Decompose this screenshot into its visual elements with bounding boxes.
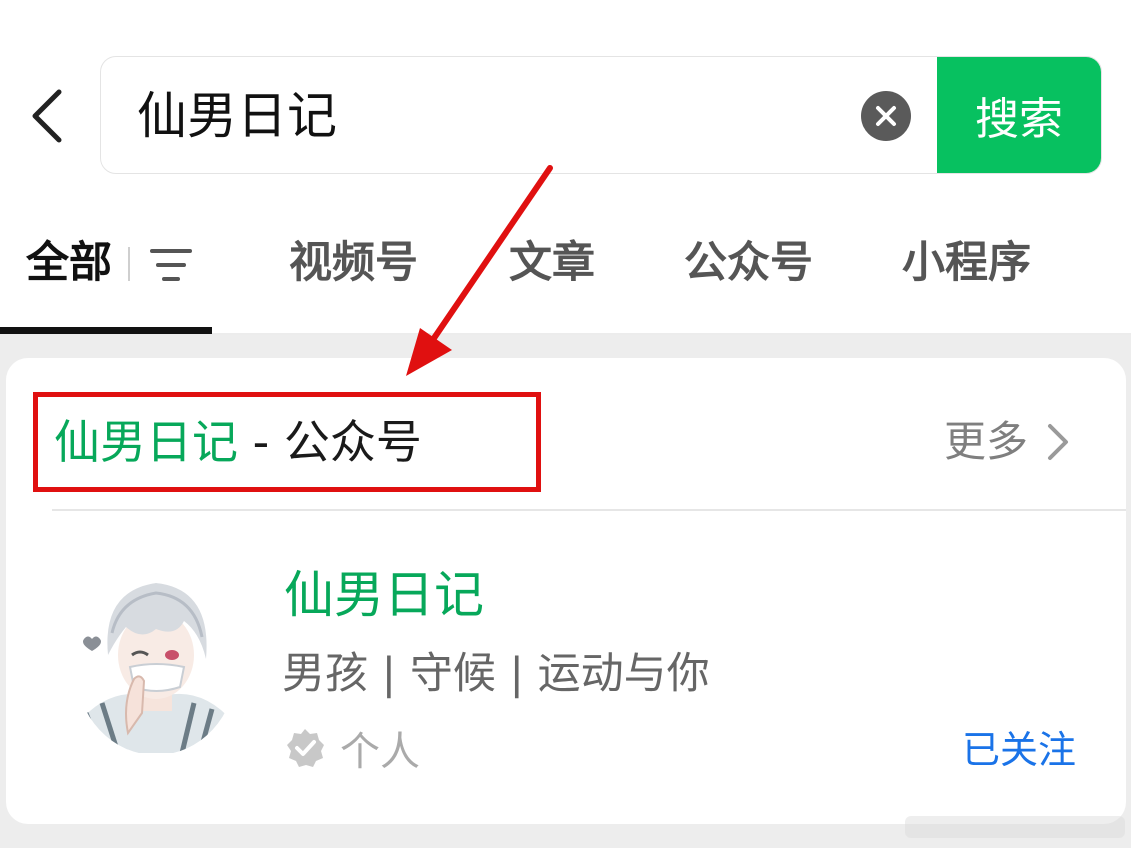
tab-divider bbox=[128, 247, 130, 281]
tab-articles[interactable]: 文章 bbox=[509, 233, 595, 293]
tab-channels[interactable]: 视频号 bbox=[289, 233, 418, 293]
close-icon bbox=[876, 106, 896, 126]
filter-icon[interactable] bbox=[148, 243, 194, 287]
category-tabs: 全部 视频号 文章 公众号 小程序 bbox=[0, 205, 1131, 335]
chevron-left-icon bbox=[32, 89, 62, 143]
verified-badge-icon bbox=[287, 729, 324, 767]
chevron-right-icon bbox=[1048, 424, 1068, 460]
more-link[interactable]: 更多 bbox=[944, 416, 1072, 468]
account-avatar[interactable] bbox=[72, 563, 240, 753]
account-name[interactable]: 仙男日记 bbox=[284, 564, 484, 626]
account-description: 男孩 | 守候 | 运动与你 bbox=[282, 649, 710, 699]
clear-search-button[interactable] bbox=[861, 91, 911, 141]
tab-official-accounts[interactable]: 公众号 bbox=[684, 233, 813, 293]
back-button[interactable] bbox=[22, 88, 72, 144]
account-type-label: 个人 bbox=[340, 729, 420, 775]
watermark-graphic bbox=[905, 816, 1125, 838]
tab-mini-programs[interactable]: 小程序 bbox=[902, 233, 1031, 293]
active-tab-indicator bbox=[0, 327, 212, 334]
section-divider bbox=[52, 509, 1126, 511]
more-label: 更多 bbox=[943, 417, 1028, 466]
follow-status-button[interactable]: 已关注 bbox=[962, 724, 1076, 776]
account-type: 个人 bbox=[284, 720, 420, 776]
annotation-highlight-box bbox=[33, 392, 541, 492]
search-input[interactable] bbox=[137, 81, 837, 151]
search-bar: 搜索 bbox=[100, 56, 1102, 174]
account-result-card: 仙男日记 - 公众号 更多 仙男日记 男孩 | 守候 | 运动与你 个人 已关注 bbox=[6, 358, 1126, 824]
tab-all[interactable]: 全部 bbox=[26, 233, 112, 293]
search-button[interactable]: 搜索 bbox=[937, 57, 1101, 173]
